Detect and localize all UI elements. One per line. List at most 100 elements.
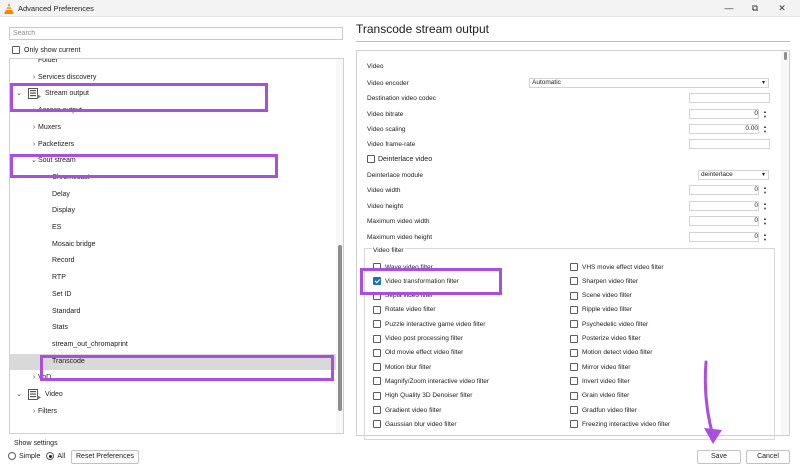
checkbox-box[interactable] (570, 320, 578, 329)
tree-item[interactable]: ⌄ Video (10, 387, 336, 403)
spin-field[interactable] (689, 185, 759, 195)
tree-item[interactable]: › Filters (10, 404, 336, 420)
video-filter-checkbox[interactable]: Posterize video filter (570, 334, 641, 343)
video-filter-checkbox[interactable]: Old movie effect video filter (373, 348, 463, 357)
checkbox-box[interactable] (373, 420, 381, 429)
chevron-right-icon[interactable]: › (30, 141, 38, 149)
cancel-button[interactable]: Cancel (746, 450, 790, 464)
preferences-tree[interactable]: Folder › Services discovery ⌄ Stream output ›… (9, 58, 344, 434)
video-height-spinbox[interactable]: 0 ▲ ▼ (689, 201, 770, 211)
video-filter-checkbox[interactable]: Video post processing filter (373, 334, 463, 343)
checkbox-box[interactable] (570, 406, 578, 414)
all-radio[interactable] (46, 452, 55, 460)
checkbox-box[interactable] (373, 363, 381, 372)
only-show-current-checkbox[interactable]: Only show current (12, 44, 80, 56)
settings-scrollbar-thumb[interactable] (784, 52, 787, 60)
deinterlace-video-checkbox[interactable]: Deinterlace video (367, 155, 432, 163)
chevron-right-icon[interactable]: › (30, 107, 38, 115)
tree-item[interactable]: › Services discovery (10, 70, 336, 86)
video-filter-checkbox[interactable]: Motion detect video filter (570, 348, 652, 357)
tree-item[interactable]: Set ID (10, 287, 336, 303)
video-filter-checkbox[interactable]: High Quality 3D Denoiser filter (373, 391, 472, 400)
checkbox-box[interactable] (373, 377, 381, 386)
minimize-button[interactable]: — (719, 2, 739, 15)
video-filter-checkbox[interactable]: Ripple video filter (570, 305, 632, 314)
video-filter-checkbox[interactable]: Magnify/Zoom interactive video filter (373, 377, 489, 386)
spin-arrows-icon[interactable]: ▲ ▼ (761, 185, 769, 195)
checkbox-box[interactable] (570, 263, 578, 271)
spin-field[interactable] (689, 109, 759, 119)
video-scaling-spinbox[interactable]: 0.00 ▲ ▼ (689, 124, 770, 134)
checkbox-box[interactable] (570, 348, 578, 357)
video-filter-checkbox[interactable]: Grain video filter (570, 391, 629, 400)
spin-field[interactable] (689, 201, 759, 211)
checkbox-box[interactable] (373, 391, 381, 400)
chevron-right-icon[interactable]: › (30, 408, 38, 416)
video-filter-checkbox[interactable]: Invert video filter (570, 377, 630, 386)
checkbox-box[interactable] (373, 348, 381, 357)
tree-item[interactable]: › VoD (10, 370, 336, 386)
video-encoder-select[interactable]: Automatic ▾ (529, 78, 769, 88)
video-filter-checkbox[interactable]: Gradfun video filter (570, 406, 637, 414)
chevron-right-icon[interactable]: › (30, 74, 38, 82)
chevron-down-icon[interactable]: ⌄ (15, 391, 23, 399)
spin-arrows-icon[interactable]: ▲ ▼ (761, 109, 769, 119)
checkbox-box[interactable] (373, 320, 381, 329)
video-filter-checkbox[interactable]: Puzzle interactive game video filter (373, 320, 485, 329)
video-filter-checkbox[interactable]: Motion blur filter (373, 363, 431, 372)
checkbox-box[interactable] (570, 334, 578, 343)
close-button[interactable]: ✕ (772, 2, 792, 15)
tree-item[interactable]: ⌄ Stream output (10, 86, 336, 102)
video-filter-checkbox[interactable]: VHS movie effect video filter (570, 263, 664, 271)
chevron-right-icon[interactable]: › (30, 374, 38, 382)
tree-item[interactable]: Chromecast (10, 170, 336, 186)
max-width-spinbox[interactable]: 0 ▲ ▼ (689, 216, 770, 226)
video-filter-checkbox[interactable]: Video transformation filter (373, 277, 459, 286)
chevron-down-icon[interactable]: ⌄ (15, 90, 23, 98)
max-height-spinbox[interactable]: 0 ▲ ▼ (689, 232, 770, 242)
checkbox-box[interactable] (373, 263, 381, 271)
checkbox-box[interactable] (570, 291, 578, 300)
video-filter-checkbox[interactable]: Gradient video filter (373, 406, 441, 414)
video-filter-checkbox[interactable]: Gaussian blur video filter (373, 420, 457, 429)
destination-codec-input[interactable] (689, 93, 770, 103)
checkbox-box[interactable] (373, 291, 381, 300)
video-filter-checkbox[interactable]: Sepia video filter (373, 291, 433, 300)
tree-item[interactable]: ES (10, 220, 336, 236)
checkbox-box[interactable] (570, 305, 578, 314)
tree-item[interactable]: Standard (10, 304, 336, 320)
spin-arrows-icon[interactable]: ▲ ▼ (761, 232, 769, 242)
checkbox-box[interactable] (373, 305, 381, 314)
checkbox-box[interactable] (570, 377, 578, 386)
video-width-spinbox[interactable]: 0 ▲ ▼ (689, 185, 770, 195)
spin-arrows-icon[interactable]: ▲ ▼ (761, 124, 769, 134)
video-filter-checkbox[interactable]: Sharpen video filter (570, 277, 638, 286)
tree-item[interactable]: ⌄ Sout stream (10, 153, 336, 169)
maximize-button[interactable]: ⧉ (745, 2, 765, 15)
tree-item[interactable]: Stats (10, 320, 336, 336)
checkbox-box[interactable] (570, 277, 578, 286)
tree-item[interactable]: Record (10, 253, 336, 269)
tree-scrollbar-thumb[interactable] (338, 245, 342, 411)
tree-item[interactable]: stream_out_chromaprint (10, 337, 336, 353)
video-filter-checkbox[interactable]: Psychedelic video filter (570, 320, 648, 329)
deinterlace-module-select[interactable]: deinterlace ▾ (698, 170, 769, 180)
chevron-right-icon[interactable]: › (30, 124, 38, 132)
chevron-down-icon[interactable]: ⌄ (30, 157, 38, 165)
reset-preferences-button[interactable]: Reset Preferences (71, 450, 139, 464)
checkbox-box[interactable] (570, 420, 578, 429)
tree-item[interactable]: RTP (10, 270, 336, 286)
video-filter-checkbox[interactable]: Rotate video filter (373, 305, 436, 314)
checkbox-box[interactable] (373, 277, 381, 286)
tree-item[interactable]: Delay (10, 187, 336, 203)
spin-field[interactable] (689, 232, 759, 242)
video-filter-checkbox[interactable]: Wave video filter (373, 263, 433, 271)
checkbox-box[interactable] (373, 334, 381, 343)
simple-radio[interactable] (8, 452, 16, 460)
save-button[interactable]: Save (697, 450, 741, 464)
checkbox-box[interactable] (373, 406, 381, 414)
tree-item[interactable]: › Packetizers (10, 137, 336, 153)
video-framerate-input[interactable] (689, 139, 770, 149)
search-input[interactable] (9, 27, 343, 40)
tree-item[interactable]: Transcode (10, 353, 336, 370)
